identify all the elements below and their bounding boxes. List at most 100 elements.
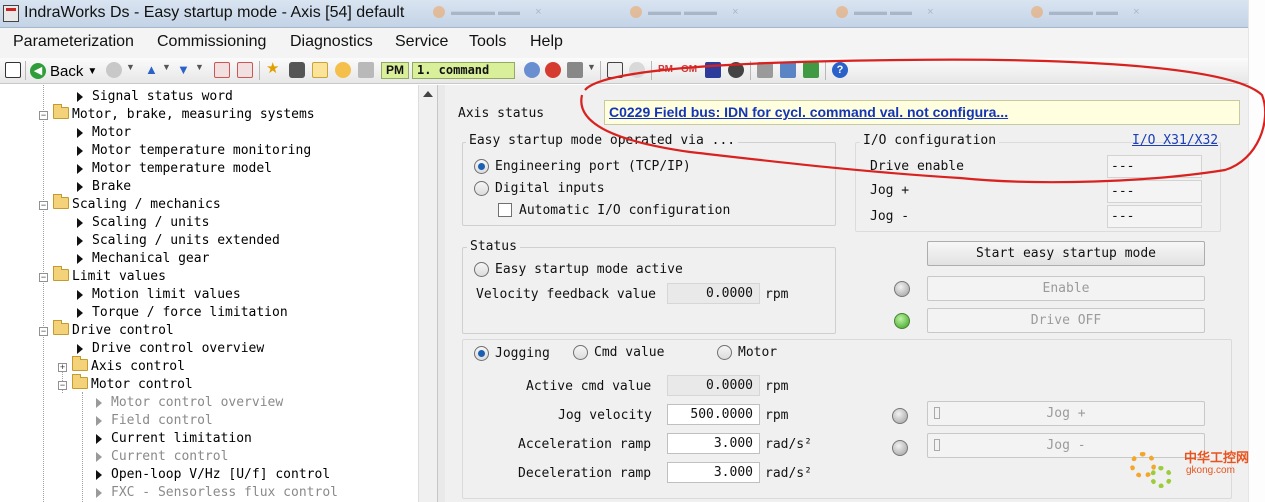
- parameter-read-icon[interactable]: [214, 62, 230, 78]
- digital-inputs-radio[interactable]: [474, 181, 489, 196]
- back-label: Back: [50, 62, 84, 80]
- up-icon[interactable]: ▲: [145, 62, 161, 78]
- tree-item[interactable]: Scaling / units extended: [77, 231, 280, 249]
- toolbar: ◀ Back ▼ ▼ ▲ ▼ ▼ ▼ ★ PM 1. command ▼ PM …: [0, 58, 1248, 84]
- chevron-down-icon[interactable]: ▼: [162, 62, 171, 78]
- tree-folder[interactable]: − Drive control: [39, 320, 174, 339]
- tree-item[interactable]: Field control: [96, 411, 213, 429]
- cmd-value-label: Cmd value: [594, 345, 665, 360]
- background-tab-icon: ▬▬▬ ▬▬▬ ×: [630, 6, 739, 24]
- tree-folder[interactable]: − Scaling / mechanics: [39, 194, 221, 213]
- jog-plus-button[interactable]: Jog +: [927, 401, 1205, 426]
- io-x31-x32-link[interactable]: I/O X31/X32: [1132, 133, 1218, 148]
- folder-icon: [72, 356, 88, 371]
- calculator-icon[interactable]: [312, 62, 328, 78]
- chevron-down-icon[interactable]: ▼: [195, 62, 204, 78]
- gear-star-icon[interactable]: [335, 62, 351, 78]
- stop-icon[interactable]: [545, 62, 561, 78]
- jog-minus-status-led: [892, 440, 908, 456]
- title-bar: IndraWorks Ds - Easy startup mode - Axis…: [0, 0, 1248, 28]
- drive-off-button[interactable]: Drive OFF: [927, 308, 1205, 333]
- auto-io-checkbox[interactable]: [498, 203, 512, 217]
- background-tab-icon: ▬▬▬▬ ▬▬ ×: [1031, 6, 1140, 24]
- toolbar-separator: [259, 61, 260, 80]
- tree-item[interactable]: Torque / force limitation: [77, 303, 288, 321]
- tree-item[interactable]: Open-loop V/Hz [U/f] control: [96, 465, 330, 483]
- scroll-up-icon[interactable]: [423, 91, 433, 97]
- parameter-write-icon[interactable]: [237, 62, 253, 78]
- tree-folder[interactable]: + Axis control: [58, 356, 185, 375]
- tree-item[interactable]: Current limitation: [96, 429, 252, 447]
- tree-item[interactable]: Motor temperature monitoring: [77, 141, 311, 159]
- tree-item[interactable]: FXC - Sensorless flux control: [96, 483, 338, 501]
- menu-help[interactable]: Help: [530, 33, 563, 51]
- tree-item[interactable]: Motor control overview: [96, 393, 283, 411]
- menu-service[interactable]: Service: [395, 33, 448, 51]
- pm-icon[interactable]: PM: [658, 62, 674, 78]
- tree-item[interactable]: Brake: [77, 177, 131, 195]
- print-icon[interactable]: [567, 62, 583, 78]
- tree-item[interactable]: Drive control overview: [77, 339, 264, 357]
- tree-folder[interactable]: − Motor control: [58, 374, 193, 393]
- app-icon: [3, 5, 19, 22]
- deceleration-ramp-input[interactable]: 3.000: [667, 462, 760, 483]
- expand-icon: +: [58, 362, 67, 372]
- cmd-value-radio[interactable]: [573, 345, 588, 360]
- toolbar-separator: [750, 61, 751, 80]
- tree-item[interactable]: Motor: [77, 123, 131, 141]
- tree-item[interactable]: Current control: [96, 447, 228, 465]
- drive-mode-icon[interactable]: [705, 62, 721, 78]
- jogging-radio[interactable]: [474, 346, 489, 361]
- velocity-feedback-value: 0.0000: [667, 283, 760, 304]
- chevron-down-icon[interactable]: ▼: [587, 62, 596, 78]
- export-icon[interactable]: [803, 62, 819, 78]
- search-icon[interactable]: [629, 62, 645, 78]
- start-easy-startup-button[interactable]: Start easy startup mode: [927, 241, 1205, 266]
- deceleration-ramp-unit: rad/s²: [765, 466, 812, 481]
- axis-status-label: Axis status: [458, 106, 545, 121]
- network-icon[interactable]: [524, 62, 540, 78]
- collapse-icon: −: [39, 326, 48, 336]
- folder-icon: [53, 320, 69, 335]
- enable-button[interactable]: Enable: [927, 276, 1205, 301]
- monitor-icon[interactable]: [780, 62, 796, 78]
- forward-icon[interactable]: [106, 62, 122, 78]
- down-icon[interactable]: ▼: [177, 62, 193, 78]
- chevron-down-icon[interactable]: ▼: [126, 62, 135, 78]
- network-config-icon[interactable]: [757, 62, 773, 78]
- jog-velocity-input[interactable]: 500.0000: [667, 404, 760, 425]
- oscilloscope-icon[interactable]: [607, 62, 623, 78]
- jog-plus-io-label: Jog +: [870, 183, 910, 198]
- menu-diagnostics[interactable]: Diagnostics: [290, 33, 373, 51]
- window-icon[interactable]: [5, 62, 21, 78]
- favorite-star-icon[interactable]: ★: [266, 61, 282, 78]
- toolbar-separator: [600, 61, 601, 80]
- camera-icon[interactable]: [728, 62, 744, 78]
- menu-commissioning[interactable]: Commissioning: [157, 33, 266, 51]
- back-button[interactable]: ◀ Back ▼: [30, 61, 97, 81]
- axis-status-message[interactable]: C0229 Field bus: IDN for cycl. command v…: [604, 100, 1240, 125]
- motor-radio[interactable]: [717, 345, 732, 360]
- help-icon[interactable]: ?: [832, 62, 848, 78]
- toolbar-separator: [825, 61, 826, 80]
- menu-tools[interactable]: Tools: [469, 33, 506, 51]
- binoculars-icon[interactable]: [289, 62, 305, 78]
- engineering-port-radio[interactable]: [474, 159, 489, 174]
- tree-folder[interactable]: − Motor, brake, measuring systems: [39, 104, 315, 123]
- tree-folder[interactable]: − Limit values: [39, 266, 166, 285]
- tree-item[interactable]: Motion limit values: [77, 285, 241, 303]
- acceleration-ramp-input[interactable]: 3.000: [667, 433, 760, 454]
- tree-item[interactable]: Scaling / units: [77, 213, 209, 231]
- om-icon[interactable]: OM: [681, 62, 697, 78]
- panel-splitter[interactable]: [438, 85, 445, 502]
- tree-item[interactable]: Signal status word: [77, 87, 233, 105]
- tree-item[interactable]: Mechanical gear: [77, 249, 209, 267]
- chevron-down-icon: ▼: [87, 65, 98, 77]
- jog-plus-status-led: [892, 408, 908, 424]
- device-icon[interactable]: [358, 62, 374, 78]
- tree-scrollbar[interactable]: [418, 85, 437, 502]
- menu-parameterization[interactable]: Parameterization: [13, 33, 134, 51]
- tree-item[interactable]: Motor temperature model: [77, 159, 272, 177]
- pm-mode-indicator: PM: [381, 62, 409, 79]
- acceleration-ramp-unit: rad/s²: [765, 437, 812, 452]
